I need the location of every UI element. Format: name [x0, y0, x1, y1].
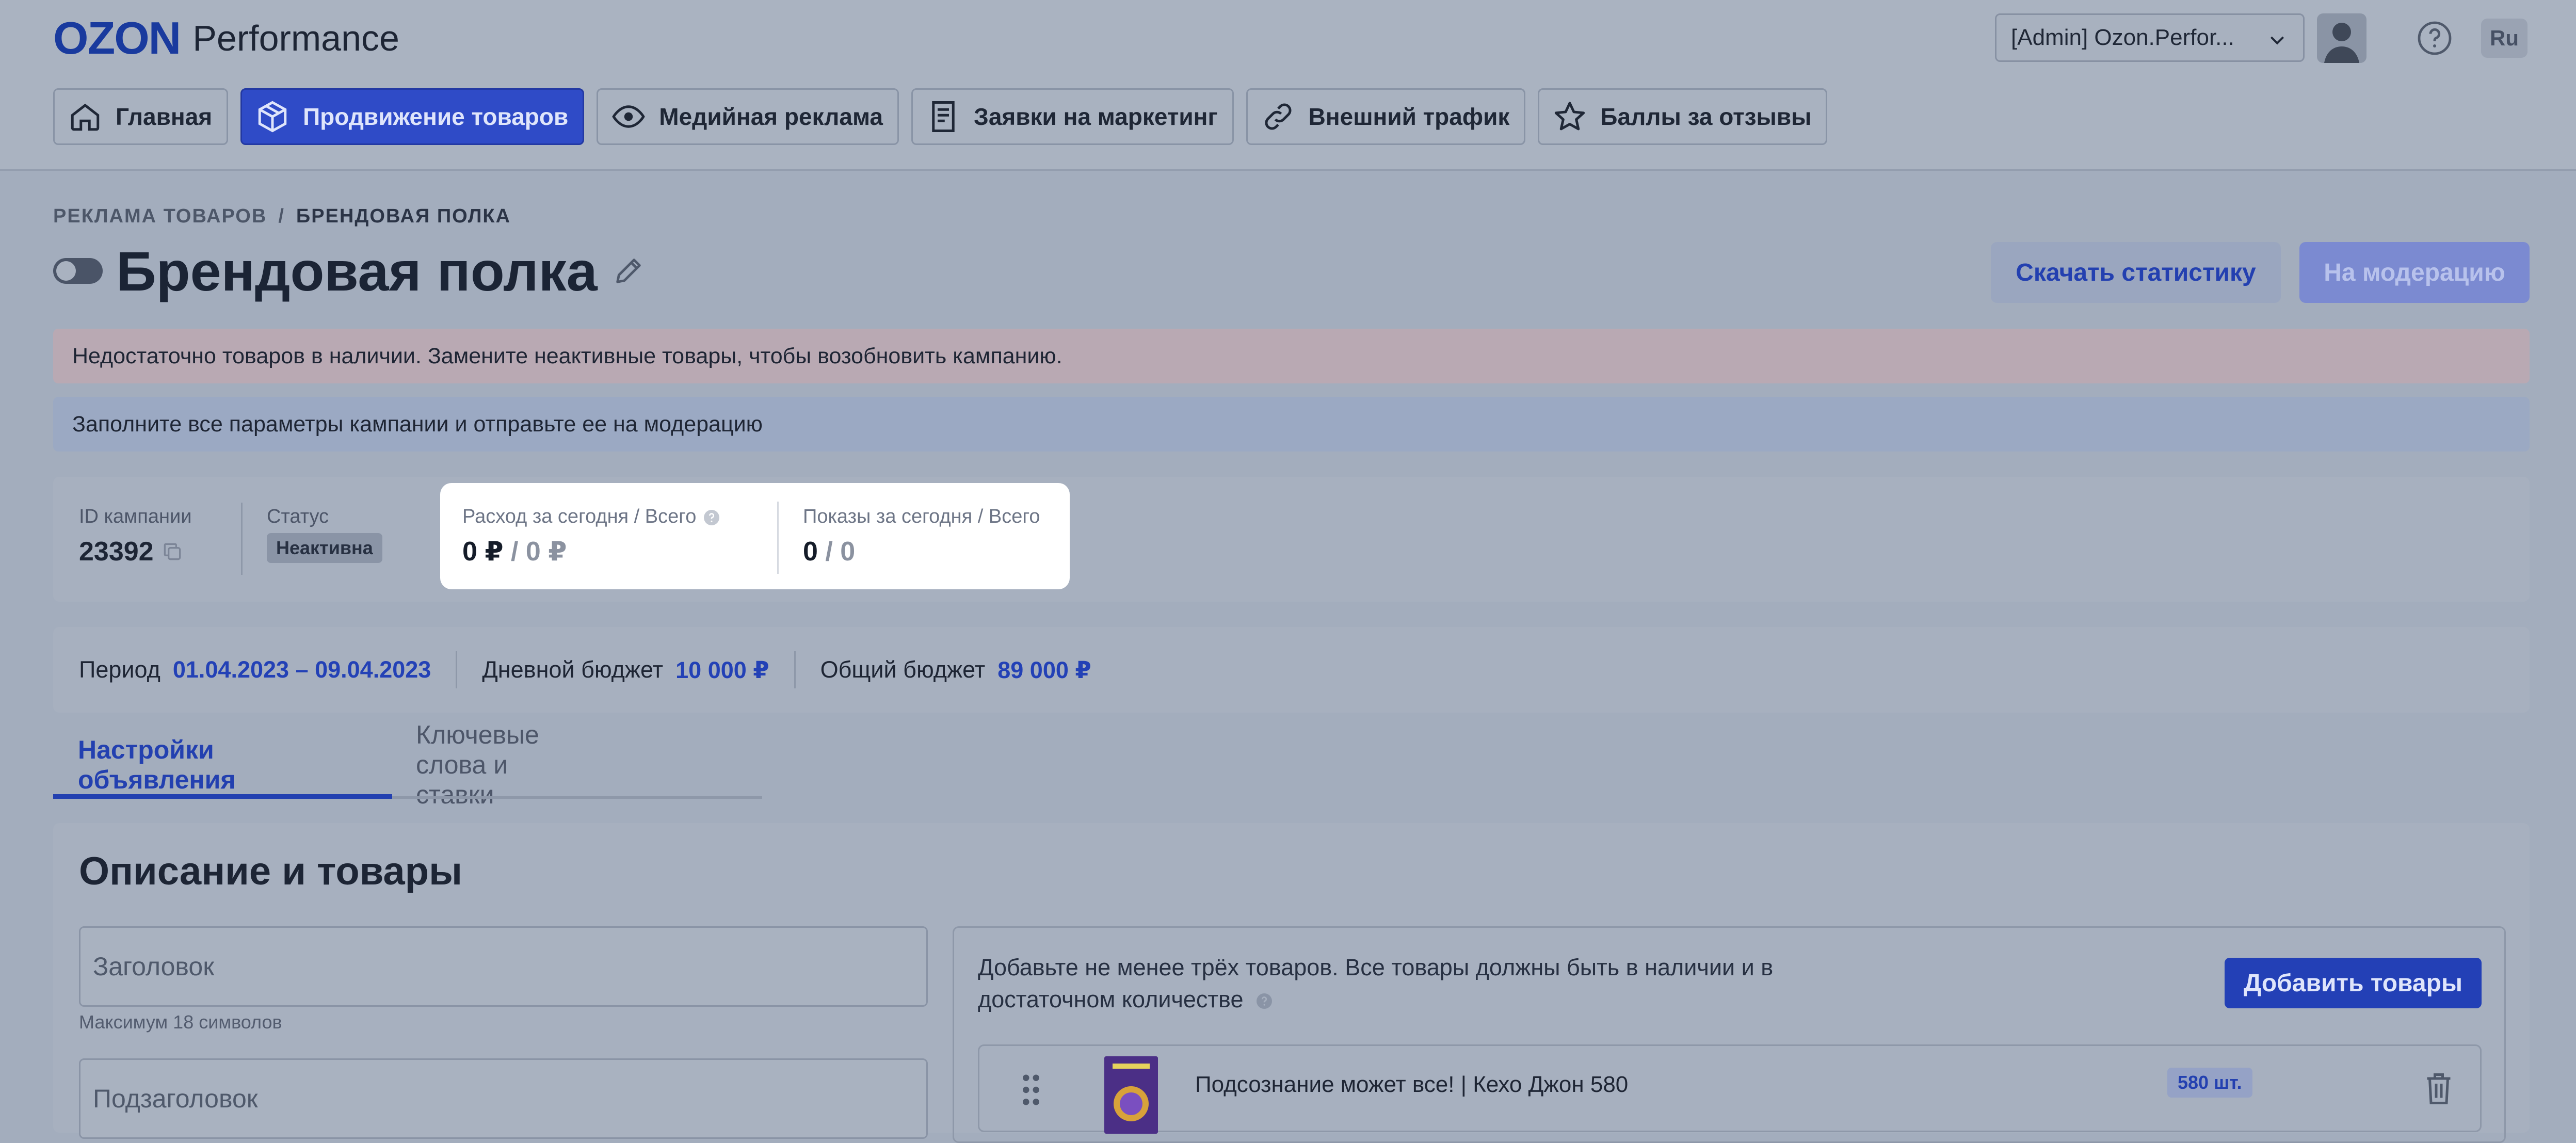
help-icon[interactable]: [2416, 20, 2453, 57]
spend-stat: Расход за сегодня / Всего 0 ₽ / 0 ₽: [462, 506, 721, 567]
period-label: Период: [79, 656, 160, 683]
headline-input[interactable]: Заголовок: [79, 926, 928, 1007]
breadcrumb-separator: /: [278, 205, 285, 227]
spend-separator: /: [511, 537, 519, 567]
nav-item-media[interactable]: Медийная реклама: [597, 88, 899, 145]
pencil-icon[interactable]: [612, 254, 645, 287]
title-row: Брендовая полка: [53, 237, 645, 304]
section-title: Описание и товары: [79, 849, 463, 893]
spotlight-stats-panel: Расход за сегодня / Всего 0 ₽ / 0 ₽ Пока…: [440, 483, 1070, 589]
box-icon: [258, 101, 287, 133]
impressions-total: 0: [840, 537, 856, 567]
product-name[interactable]: Подсознание может все! | Кехо Джон 580: [1195, 1072, 1628, 1098]
product-row: Подсознание может все! | Кехо Джон 580 5…: [978, 1044, 2482, 1134]
user-icon: [2324, 23, 2359, 63]
account-select-value: [Admin] Ozon.Perfor...: [2011, 25, 2234, 50]
product-qty-badge: 580 шт.: [2167, 1068, 2252, 1098]
add-products-button[interactable]: Добавить товары: [2225, 958, 2482, 1008]
spend-label-row: Расход за сегодня / Всего: [462, 506, 721, 528]
impressions-stat: Показы за сегодня / Всего 0 / 0: [803, 506, 1040, 567]
eye-icon: [612, 105, 645, 128]
product-thumbnail: [1104, 1056, 1158, 1134]
drag-handle-icon[interactable]: [1021, 1072, 1041, 1108]
products-panel: Добавьте не менее трёх товаров. Все това…: [953, 926, 2506, 1143]
budget-card: Период 01.04.2023 – 09.04.2023 Дневной б…: [53, 627, 2530, 713]
tab-ad-settings[interactable]: Настройки объявления: [78, 733, 236, 797]
nav-item-home[interactable]: Главная: [53, 88, 229, 145]
spend-today: 0 ₽: [462, 537, 504, 567]
status-stat: Статус Неактивна: [267, 506, 382, 563]
star-icon: [1555, 102, 1585, 131]
impressions-values: 0 / 0: [803, 536, 1040, 567]
logo-brand: OZON: [53, 12, 181, 63]
nav-item-label: Медийная реклама: [659, 103, 883, 130]
subheadline-input[interactable]: Подзаголовок: [79, 1058, 928, 1139]
breadcrumb-parent[interactable]: РЕКЛАМА ТОВАРОВ: [53, 205, 267, 227]
campaign-id-stat: ID кампании 23392: [79, 506, 191, 567]
daily-budget-value[interactable]: 10 000 ₽: [675, 656, 769, 684]
tab-active-indicator: [53, 794, 392, 799]
campaign-id-label: ID кампании: [79, 506, 192, 527]
stats-divider: [777, 502, 779, 574]
status-badge: Неактивна: [267, 533, 382, 563]
breadcrumb-current: БРЕНДОВАЯ ПОЛКА: [296, 205, 511, 227]
description-products-card: Описание и товары Заголовок Максимум 18 …: [53, 823, 2530, 1143]
impressions-label: Показы за сегодня / Всего: [803, 506, 1040, 527]
spend-values: 0 ₽ / 0 ₽: [462, 536, 721, 567]
error-alert: Недостаточно товаров в наличии. Замените…: [53, 329, 2530, 383]
info-alert: Заполните все параметры кампании и отпра…: [53, 397, 2530, 452]
nav-item-marketing[interactable]: Заявки на маркетинг: [911, 88, 1234, 145]
budget-divider: [794, 651, 796, 688]
language-button[interactable]: Ru: [2481, 19, 2527, 58]
budget-divider: [456, 651, 458, 688]
campaign-stats-card: ID кампании 23392 Статус Неактивна: [53, 477, 2530, 602]
products-hint-block: Добавьте не менее трёх товаров. Все това…: [978, 952, 1829, 1016]
question-icon[interactable]: [702, 508, 721, 527]
daily-budget-label: Дневной бюджет: [482, 656, 664, 683]
link-icon: [1265, 103, 1292, 130]
top-header: OZON Performance [Admin] Ozon.Perfor... …: [0, 0, 2576, 171]
question-icon[interactable]: [1255, 992, 1274, 1010]
account-select[interactable]: [Admin] Ozon.Perfor...: [1995, 13, 2305, 62]
spend-label: Расход за сегодня / Всего: [462, 506, 697, 527]
nav-item-label: Заявки на маркетинг: [974, 103, 1218, 130]
page-title: Брендовая полка: [116, 239, 598, 302]
nav-item-external[interactable]: Внешний трафик: [1246, 88, 1526, 145]
copy-icon[interactable]: [161, 540, 184, 563]
impressions-today: 0: [803, 537, 818, 567]
logo-product: Performance: [192, 18, 399, 58]
campaign-id-row: 23392: [79, 536, 191, 567]
total-budget-label: Общий бюджет: [820, 656, 986, 683]
document-icon: [932, 101, 955, 132]
impressions-separator: /: [825, 537, 833, 567]
status-label: Статус: [267, 506, 329, 527]
products-hint: Добавьте не менее трёх товаров. Все това…: [978, 954, 1774, 1012]
tab-keywords[interactable]: Ключевые слова и ставки: [416, 720, 539, 809]
period-value[interactable]: 01.04.2023 – 09.04.2023: [173, 656, 431, 683]
stats-divider: [241, 503, 243, 575]
main-nav: Главная Продвижение товаров Медийная рек…: [53, 88, 1840, 145]
download-stats-button[interactable]: Скачать статистику: [1991, 242, 2281, 303]
nav-item-label: Внешний трафик: [1308, 103, 1510, 130]
breadcrumb: РЕКЛАМА ТОВАРОВ / БРЕНДОВАЯ ПОЛКА: [53, 205, 511, 228]
nav-item-reviews[interactable]: Баллы за отзывы: [1538, 88, 1828, 145]
send-to-moderation-button[interactable]: На модерацию: [2299, 242, 2530, 303]
campaign-toggle[interactable]: [53, 258, 103, 284]
headline-hint: Максимум 18 символов: [79, 1011, 282, 1033]
total-budget-value[interactable]: 89 000 ₽: [997, 656, 1091, 684]
book-cover-image: [1104, 1056, 1158, 1134]
nav-item-label: Баллы за отзывы: [1600, 103, 1812, 130]
nav-item-label: Главная: [116, 103, 213, 130]
home-icon: [71, 103, 100, 131]
app-root: OZON Performance [Admin] Ozon.Perfor... …: [0, 0, 2576, 1143]
campaign-id-value: 23392: [79, 537, 154, 567]
avatar[interactable]: [2317, 13, 2366, 63]
trash-icon[interactable]: [2423, 1071, 2454, 1107]
nav-item-promotion[interactable]: Продвижение товаров: [240, 88, 585, 145]
nav-item-label: Продвижение товаров: [303, 103, 569, 130]
chevron-down-icon: [2270, 36, 2284, 45]
logo[interactable]: OZON Performance: [53, 12, 399, 63]
spend-total: 0 ₽: [525, 537, 567, 567]
